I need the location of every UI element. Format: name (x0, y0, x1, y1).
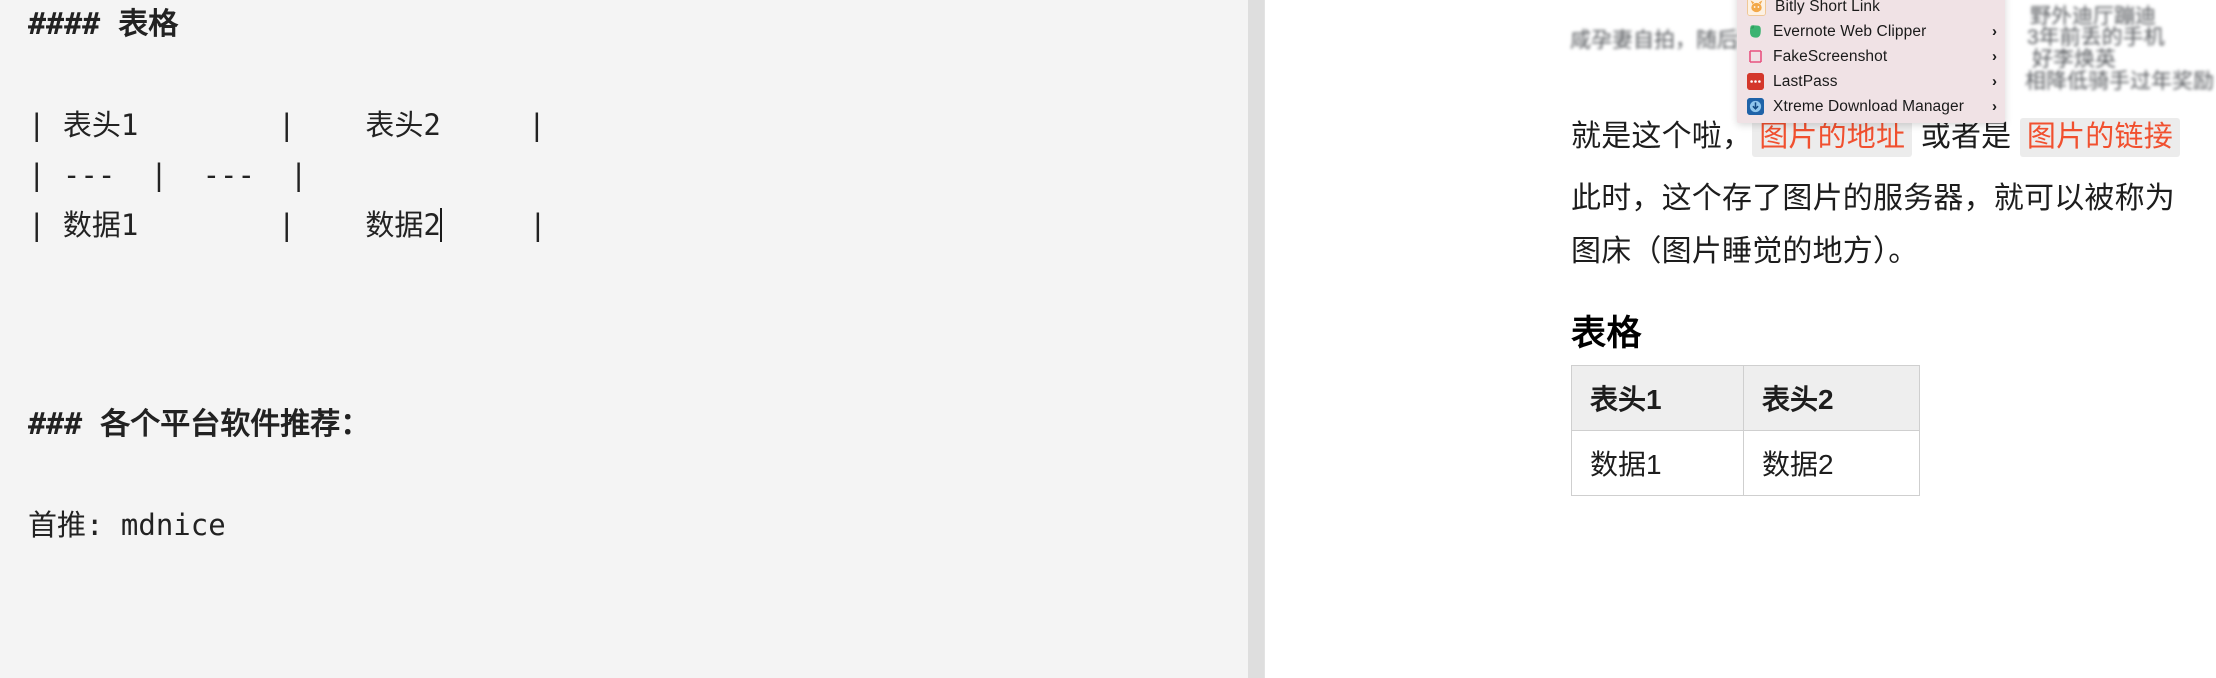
menu-item-bitly-short-link[interactable]: Bitly Short Link (1737, 0, 2005, 19)
md-line-blank (28, 350, 1208, 400)
table-header-cell: 表头1 (1571, 365, 1744, 431)
paragraph-prefix-text: 就是这个啦， (1571, 120, 1753, 153)
inline-code-image-address: 图片的地址 (1752, 118, 1913, 157)
markdown-editor-pane[interactable]: #### 表格 | 表头1 | 表头2 | | --- | --- | | 数据… (0, 0, 1248, 678)
md-line-blank (28, 50, 1208, 100)
table-row: 数据1 数据2 (1571, 430, 1920, 496)
table-header-cell: 表头2 (1743, 365, 1920, 431)
app-root: #### 表格 | 表头1 | 表头2 | | --- | --- | | 数据… (0, 0, 2216, 678)
md-line-table-row-text: | 数据1 | 数据2 (28, 208, 441, 242)
menu-item-fakescreenshot[interactable]: FakeScreenshot › (1737, 44, 2005, 69)
menu-item-label: Xtreme Download Manager (1773, 97, 1964, 115)
bitly-icon (1747, 0, 1766, 16)
md-line-table-separator[interactable]: | --- | --- | (28, 150, 1208, 200)
preview-table: 表头1 表头2 数据1 数据2 (1571, 365, 1920, 496)
browser-extensions-context-menu[interactable]: Bitly Short Link Evernote Web Clipper › (1737, 0, 2005, 123)
evernote-icon (1747, 23, 1764, 40)
table-cell: 数据2 (1743, 430, 1920, 496)
menu-item-label: LastPass (1773, 72, 1838, 90)
editor-vertical-scrollbar[interactable] (1248, 0, 1265, 678)
table-header-row: 表头1 表头2 (1571, 365, 1920, 431)
inline-code-image-link: 图片的链接 (2019, 118, 2180, 157)
md-line-table-row[interactable]: | 数据1 | 数据2 | (28, 200, 1208, 250)
paragraph-tuchuang-line1: 此时，这个存了图片的服务器，就可以被称为 (1571, 182, 2175, 215)
xtreme-icon (1747, 98, 1764, 115)
menu-item-label: Evernote Web Clipper (1773, 22, 1927, 40)
menu-item-evernote-web-clipper[interactable]: Evernote Web Clipper › (1737, 19, 2005, 44)
md-line-blank (28, 450, 1208, 500)
chevron-right-icon: › (1992, 98, 1997, 115)
menu-item-label: FakeScreenshot (1773, 47, 1888, 65)
chevron-right-icon: › (1992, 48, 1997, 65)
md-line-heading-platform-software[interactable]: ### 各个平台软件推荐： (28, 400, 1208, 450)
md-line-blank (28, 300, 1208, 350)
md-line-blank (28, 250, 1208, 300)
fakescreenshot-icon (1747, 48, 1764, 65)
paragraph-middle-text: 或者是 (1912, 120, 2020, 153)
lastpass-icon (1747, 73, 1764, 90)
menu-item-lastpass[interactable]: LastPass › (1737, 69, 2005, 94)
md-line-heading-table[interactable]: #### 表格 (28, 0, 1208, 50)
paragraph-tuchuang-line2: 图床（图片睡觉的地方）。 (1571, 235, 1919, 268)
md-line-table-row-tail: | (441, 208, 547, 242)
menu-item-label: Bitly Short Link (1775, 0, 1880, 15)
section-heading-table: 表格 (1571, 314, 1643, 353)
chevron-right-icon: › (1992, 23, 1997, 40)
md-line-recommendation[interactable]: 首推: mdnice (28, 500, 1208, 550)
chevron-right-icon: › (1992, 73, 1997, 90)
menu-item-xtreme-download-manager[interactable]: Xtreme Download Manager › (1737, 94, 2005, 119)
markdown-source-text[interactable]: #### 表格 | 表头1 | 表头2 | | --- | --- | | 数据… (28, 0, 1208, 550)
md-line-table-header[interactable]: | 表头1 | 表头2 | (28, 100, 1208, 150)
table-cell: 数据1 (1571, 430, 1744, 496)
